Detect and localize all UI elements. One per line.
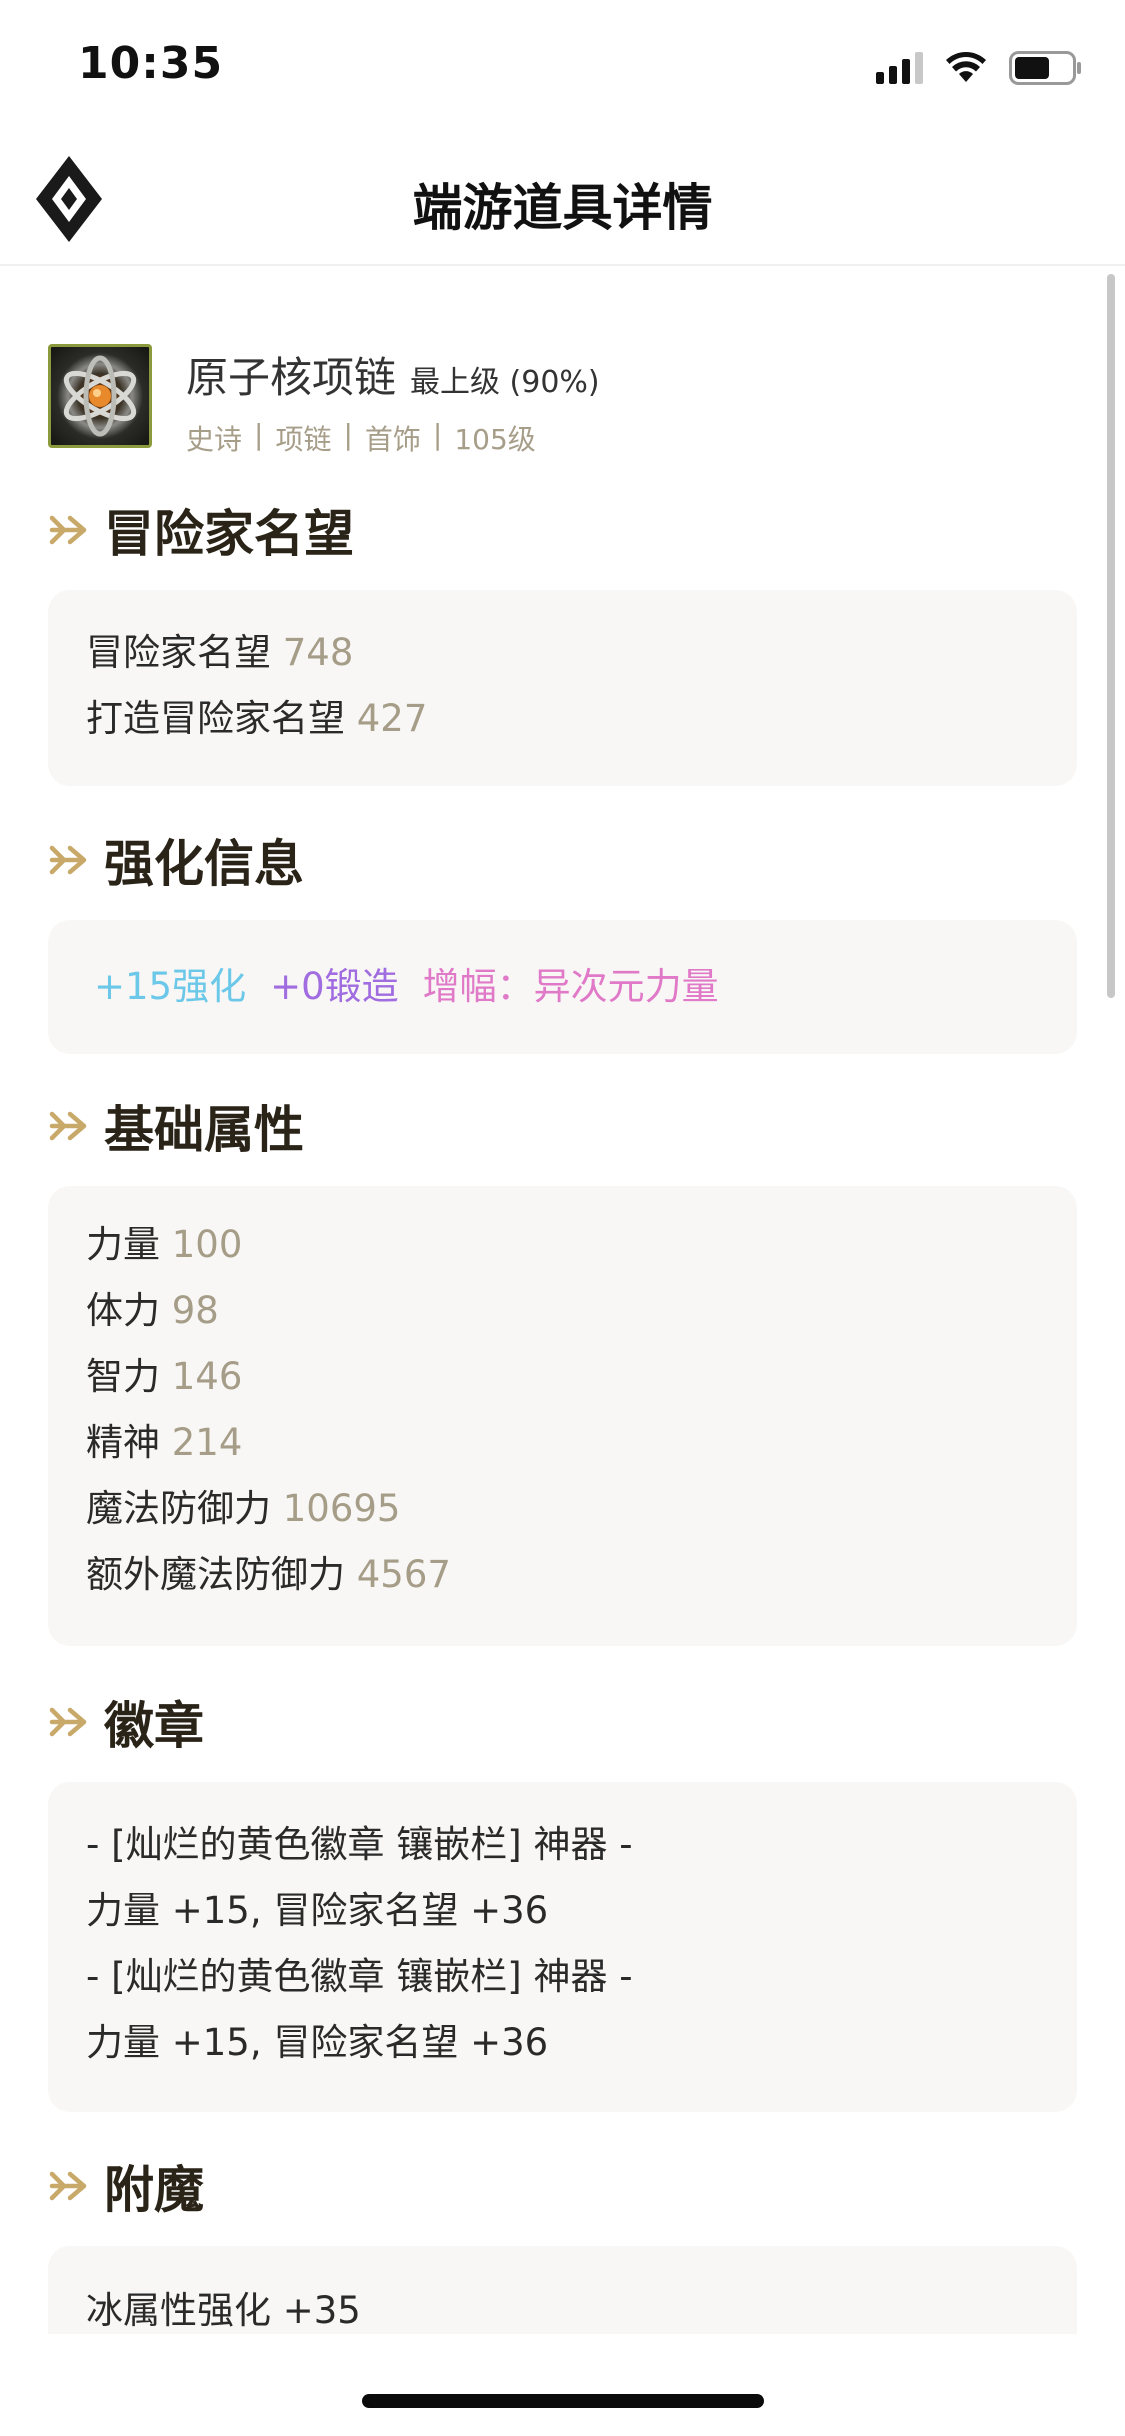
page-title: 端游道具详情: [412, 179, 713, 237]
stat-label: 额外魔法防御力: [86, 1553, 345, 1596]
attribute-row: 精神 214: [86, 1410, 1039, 1476]
enhance-row: +15强化 +0锻造 增幅：异次元力量: [94, 954, 1039, 1020]
stat-value: 100: [171, 1223, 243, 1266]
item-tag: 项链: [275, 423, 332, 456]
item-name-row: 原子核项链 最上级 (90%): [186, 344, 600, 405]
battery-icon: [1009, 51, 1081, 85]
arrow-right-icon: [49, 2171, 87, 2201]
stat-label: 魔法防御力: [86, 1487, 271, 1530]
item-name: 原子核项链: [186, 353, 397, 402]
content-scroll-area[interactable]: 原子核项链 最上级 (90%) 史诗 | 项链 | 首饰 | 105级 冒险家名…: [0, 268, 1125, 2334]
emblem-line: - [灿烂的黄色徽章 镶嵌栏] 神器 -: [86, 1955, 633, 1998]
section-heading: 徽章: [104, 1697, 204, 1755]
stat-value: 427: [356, 697, 428, 740]
forge-level: +0锻造: [270, 965, 399, 1008]
stat-label: 体力: [86, 1289, 160, 1332]
item-tag: 首饰: [364, 423, 421, 456]
item-tag: 史诗: [186, 423, 243, 456]
emblem-line: - [灿烂的黄色徽章 镶嵌栏] 神器 -: [86, 1823, 633, 1866]
stat-value: 98: [171, 1289, 219, 1332]
section-title-emblem: 徽章: [48, 1686, 204, 1758]
tag-divider: |: [343, 418, 353, 451]
item-header: 原子核项链 最上级 (90%) 史诗 | 项链 | 首饰 | 105级: [48, 344, 1078, 456]
attribute-row: 智力 146: [86, 1344, 1039, 1410]
stat-value: 10695: [282, 1487, 401, 1530]
atom-necklace-icon: [48, 344, 152, 448]
stat-label: 冒险家名望: [86, 631, 271, 674]
arrow-right-icon: [49, 515, 87, 545]
stat-label: 力量: [86, 1223, 160, 1266]
section-heading: 强化信息: [104, 835, 304, 893]
tag-divider: |: [432, 418, 443, 451]
section-title-enhance: 强化信息: [48, 824, 304, 896]
stat-value: 146: [171, 1355, 243, 1398]
stat-label: 精神: [86, 1421, 160, 1464]
tag-divider: |: [254, 418, 264, 451]
fame-row: 冒险家名望 748: [86, 620, 1039, 686]
stat-value: 4567: [356, 1553, 451, 1596]
stat-value: 214: [171, 1421, 243, 1464]
section-title-fame: 冒险家名望: [48, 494, 354, 566]
section-heading: 冒险家名望: [104, 505, 354, 563]
item-grade: 最上级 (90%): [410, 365, 600, 400]
section-heading: 附魔: [104, 2161, 204, 2219]
status-icons: [876, 48, 1083, 88]
attribute-row: 力量 100: [86, 1212, 1039, 1278]
arrow-right-icon: [49, 845, 87, 875]
cellular-signal-icon: [876, 52, 923, 84]
item-tag: 105级: [454, 423, 536, 456]
section-title-enchant: 附魔: [48, 2150, 204, 2222]
emblem-line: 力量 +15, 冒险家名望 +36: [86, 1889, 549, 1932]
status-bar: 10:35: [0, 0, 1125, 132]
stat-value: 748: [282, 631, 354, 674]
attribute-row: 魔法防御力 10695: [86, 1476, 1039, 1542]
home-indicator[interactable]: [362, 2394, 764, 2408]
item-tags: 史诗 | 项链 | 首饰 | 105级: [186, 418, 536, 458]
arrow-right-icon: [49, 1707, 87, 1737]
emblem-card: - [灿烂的黄色徽章 镶嵌栏] 神器 - 力量 +15, 冒险家名望 +36 -…: [48, 1782, 1077, 2112]
fame-card: 冒险家名望 748 打造冒险家名望 427: [48, 590, 1077, 786]
enhance-card: +15强化 +0锻造 增幅：异次元力量: [48, 920, 1077, 1054]
stat-label: 打造冒险家名望: [86, 697, 345, 740]
base-attributes-card: 力量 100 体力 98 智力 146 精神 214 魔法防御力 10695 额…: [48, 1186, 1077, 1646]
enchant-line: 冰属性强化 +35: [86, 2289, 361, 2332]
wifi-icon: [946, 52, 986, 82]
enchant-card: 冰属性强化 +35: [48, 2246, 1077, 2334]
section-heading: 基础属性: [104, 1101, 304, 1159]
section-title-base: 基础属性: [48, 1090, 304, 1162]
nav-bar: 端游道具详情: [0, 132, 1125, 266]
attribute-row: 体力 98: [86, 1278, 1039, 1344]
enhance-level: +15强化: [94, 965, 247, 1008]
status-time: 10:35: [78, 38, 224, 89]
stat-label: 智力: [86, 1355, 160, 1398]
attribute-row: 额外魔法防御力 4567: [86, 1542, 1039, 1608]
arrow-right-icon: [49, 1111, 87, 1141]
emblem-line: 力量 +15, 冒险家名望 +36: [86, 2021, 549, 2064]
amplify-info: 增幅：异次元力量: [422, 965, 719, 1008]
fame-row: 打造冒险家名望 427: [86, 686, 1039, 752]
